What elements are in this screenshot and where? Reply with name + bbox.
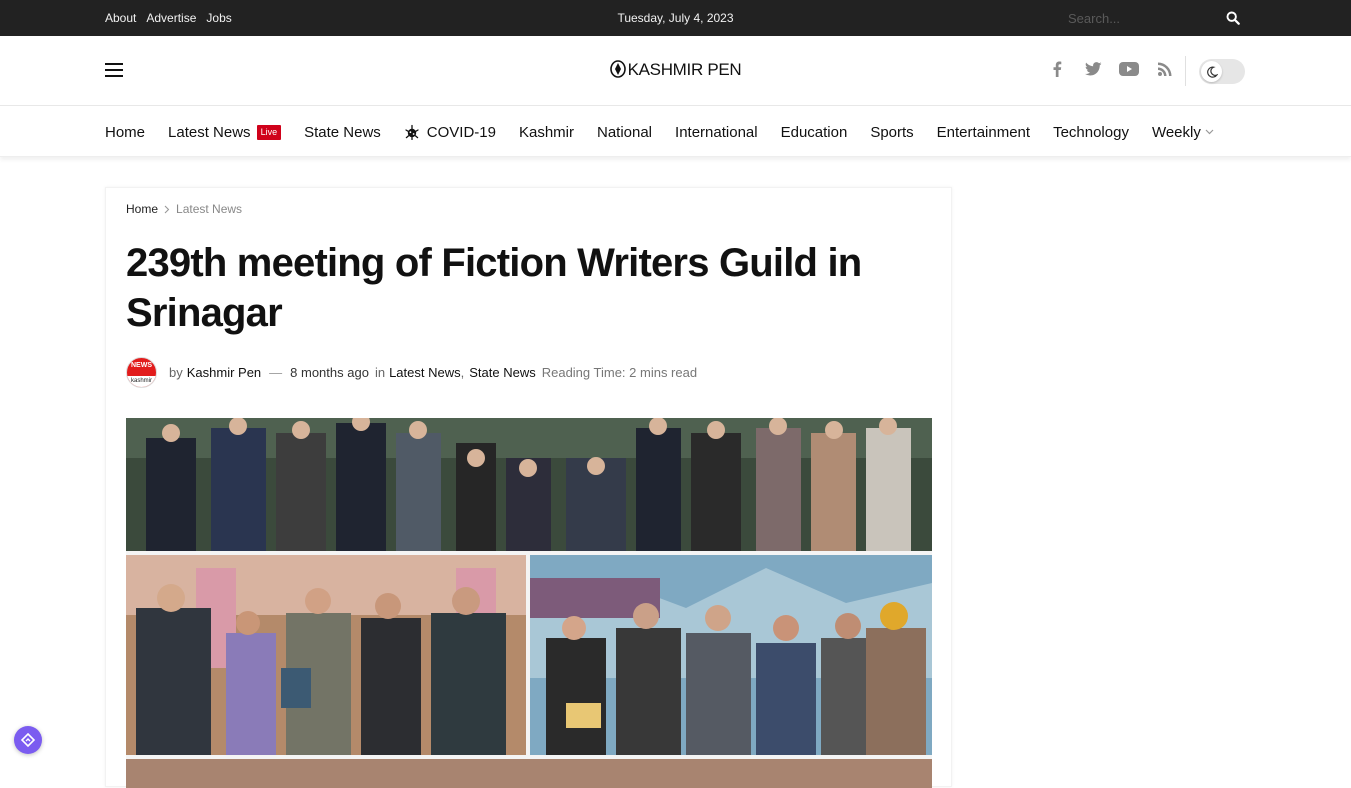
nav-label: Latest News [168, 123, 251, 141]
pen-nib-icon [609, 60, 626, 78]
nav-item-state-news[interactable]: State News [304, 124, 381, 141]
nav-label: COVID-19 [426, 123, 496, 141]
rss-icon[interactable] [1154, 58, 1176, 80]
virus-icon [405, 124, 419, 140]
chevron-down-icon [1205, 129, 1214, 135]
post-time: 8 months ago [290, 364, 369, 380]
about-link[interactable]: About [105, 11, 136, 25]
nav-label: Entertainment [936, 123, 1031, 141]
site-header: KASHMIR PEN [0, 36, 1351, 106]
nav-label: Home [105, 123, 146, 141]
nav-item-national[interactable]: National [597, 124, 652, 141]
advertise-link[interactable]: Advertise [146, 11, 196, 25]
nav-label: National [596, 123, 653, 141]
breadcrumb: Home Latest News [126, 202, 242, 216]
diamond-arrow-icon [21, 733, 35, 747]
nav-item-covid-19[interactable]: COVID-19 [404, 124, 496, 141]
breadcrumb-home[interactable]: Home [126, 202, 158, 216]
search-input[interactable] [1062, 6, 1212, 30]
search-box [1062, 6, 1246, 30]
floating-action-button[interactable] [14, 726, 42, 754]
main-nav: Home Latest News Live State News COVID-19… [0, 107, 1351, 157]
by-label: by [169, 364, 183, 380]
nav-label: State News [304, 123, 381, 141]
category-separator: , [460, 364, 465, 380]
nav-item-sports[interactable]: Sports [870, 124, 913, 141]
nav-label: Education [780, 123, 848, 141]
nav-item-kashmir[interactable]: Kashmir [519, 124, 574, 141]
dark-mode-toggle[interactable] [1199, 59, 1245, 84]
moon-icon [1201, 61, 1222, 82]
twitter-icon[interactable] [1082, 58, 1104, 80]
nav-label: Kashmir [518, 123, 574, 141]
jobs-link[interactable]: Jobs [206, 11, 231, 25]
top-bar: About Advertise Jobs Tuesday, July 4, 20… [0, 0, 1351, 36]
author-link[interactable]: Kashmir Pen [187, 365, 261, 380]
nav-item-weekly[interactable]: Weekly [1152, 124, 1214, 141]
logo-text: KASHMIR PEN [627, 60, 742, 79]
nav-item-technology[interactable]: Technology [1053, 124, 1129, 141]
chevron-right-icon [164, 205, 170, 213]
nav-label: Technology [1053, 123, 1129, 141]
article-container: Home Latest News 239th meeting of Fictio… [105, 187, 952, 788]
facebook-icon[interactable] [1046, 58, 1068, 80]
featured-photo-collage [126, 418, 932, 788]
nav-label: Sports [870, 123, 914, 141]
nav-item-education[interactable]: Education [781, 124, 848, 141]
menu-icon[interactable] [105, 63, 123, 78]
nav-item-home[interactable]: Home [105, 124, 145, 141]
avatar-text-top: NEWS [131, 361, 152, 369]
avatar-text-bottom: kashmir [127, 375, 156, 387]
nav-label: Weekly [1151, 123, 1201, 141]
meta-dash: — [269, 364, 283, 380]
article-meta: NEWS kashmir by Kashmir Pen — 8 months a… [126, 355, 697, 389]
social-links [1046, 58, 1176, 80]
live-badge: Live [256, 124, 282, 140]
nav-item-latest-news[interactable]: Latest News Live [168, 123, 282, 141]
category-link[interactable]: Latest News [389, 365, 461, 380]
top-links: About Advertise Jobs [105, 0, 232, 36]
featured-image[interactable] [126, 418, 932, 788]
youtube-icon[interactable] [1118, 58, 1140, 80]
category-link[interactable]: State News [469, 365, 535, 380]
reading-time: Reading Time: 2 mins read [541, 364, 698, 380]
in-label: in [374, 364, 386, 380]
header-divider [1185, 56, 1186, 86]
breadcrumb-current[interactable]: Latest News [176, 202, 242, 216]
search-icon[interactable] [1226, 11, 1240, 25]
article-title: 239th meeting of Fiction Writers Guild i… [126, 241, 862, 335]
nav-item-international[interactable]: International [675, 124, 758, 141]
nav-label: International [675, 123, 758, 141]
author-avatar[interactable]: NEWS kashmir [126, 356, 157, 388]
nav-item-entertainment[interactable]: Entertainment [937, 124, 1030, 141]
